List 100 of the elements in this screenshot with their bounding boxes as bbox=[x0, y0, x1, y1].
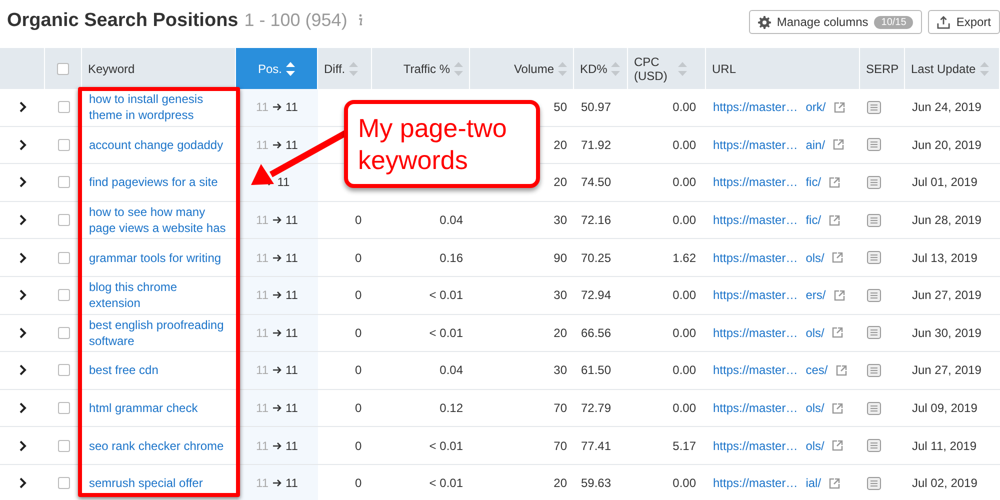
url-link[interactable]: https://master… bbox=[713, 213, 798, 228]
external-link-icon[interactable] bbox=[829, 176, 840, 188]
serp-icon[interactable] bbox=[867, 439, 881, 452]
keyword-link[interactable]: how to install genesis theme in wordpress bbox=[89, 91, 229, 124]
row-checkbox[interactable] bbox=[58, 326, 70, 339]
export-button[interactable]: Export bbox=[928, 10, 1000, 34]
column-header[interactable]: Pos. bbox=[236, 48, 318, 89]
diff-value: 0 bbox=[354, 438, 362, 453]
kd-value: 71.92 bbox=[581, 138, 612, 152]
url-link[interactable]: ols/ bbox=[806, 250, 824, 265]
expand-chevron-icon[interactable] bbox=[18, 176, 26, 188]
row-checkbox[interactable] bbox=[58, 440, 70, 452]
expand-chevron-icon[interactable] bbox=[18, 402, 26, 414]
keyword-link[interactable]: semrush special offer bbox=[89, 475, 203, 492]
expand-chevron-icon[interactable] bbox=[18, 477, 26, 490]
keyword-link[interactable]: best free cdn bbox=[89, 362, 158, 378]
diff-value: 0 bbox=[354, 401, 362, 416]
column-header[interactable]: Volume bbox=[470, 48, 574, 89]
url-link[interactable]: https://master… bbox=[713, 326, 798, 340]
arrow-icon bbox=[272, 366, 282, 374]
serp-icon[interactable] bbox=[867, 476, 881, 490]
keyword-link[interactable]: seo rank checker chrome bbox=[89, 438, 224, 454]
column-header[interactable]: Diff. bbox=[318, 48, 372, 89]
expand-chevron-icon[interactable] bbox=[18, 326, 26, 339]
sort-icon bbox=[558, 62, 567, 76]
url-link[interactable]: ork/ bbox=[806, 100, 826, 114]
arrow-icon bbox=[272, 479, 282, 488]
row-checkbox[interactable] bbox=[58, 101, 70, 114]
external-link-icon[interactable] bbox=[832, 402, 844, 414]
external-link-icon[interactable] bbox=[832, 327, 844, 338]
url-link[interactable]: ain/ bbox=[806, 138, 826, 152]
row-checkbox[interactable] bbox=[58, 252, 70, 264]
serp-icon[interactable] bbox=[867, 214, 881, 227]
row-checkbox[interactable] bbox=[58, 402, 70, 414]
external-link-icon[interactable] bbox=[832, 440, 844, 452]
expand-chevron-icon[interactable] bbox=[18, 101, 26, 114]
traffic-value: < 0.01 bbox=[429, 288, 463, 302]
serp-icon[interactable] bbox=[867, 251, 881, 264]
column-header[interactable]: CPC (USD) bbox=[628, 48, 706, 89]
external-link-icon[interactable] bbox=[836, 364, 847, 376]
external-link-icon[interactable] bbox=[833, 139, 844, 150]
serp-icon[interactable] bbox=[867, 288, 881, 302]
expand-chevron-icon[interactable] bbox=[18, 364, 26, 376]
serp-icon[interactable] bbox=[867, 100, 881, 114]
column-header[interactable]: Last Update bbox=[905, 48, 1000, 89]
external-link-icon[interactable] bbox=[829, 214, 840, 226]
expand-chevron-icon[interactable] bbox=[18, 214, 26, 226]
column-header[interactable]: KD% bbox=[574, 48, 628, 89]
row-checkbox[interactable] bbox=[58, 477, 70, 490]
cpc-value: 0.00 bbox=[672, 363, 696, 378]
external-link-icon[interactable] bbox=[834, 290, 845, 301]
serp-icon[interactable] bbox=[867, 402, 881, 415]
keyword-link[interactable]: blog this chrome extension bbox=[89, 279, 229, 312]
keyword-link[interactable]: grammar tools for writing bbox=[89, 250, 222, 266]
position-change: 11 11 bbox=[256, 438, 298, 453]
serp-icon[interactable] bbox=[867, 176, 881, 189]
external-link-icon[interactable] bbox=[832, 252, 844, 264]
url-link[interactable]: https://master… bbox=[713, 100, 798, 114]
url-link[interactable]: https://master… bbox=[713, 250, 798, 265]
kd-value: 61.50 bbox=[581, 363, 612, 378]
sort-icon bbox=[286, 62, 295, 76]
column-header[interactable]: Traffic % bbox=[372, 48, 470, 89]
serp-icon[interactable] bbox=[867, 138, 881, 152]
url-link[interactable]: ers/ bbox=[806, 288, 826, 302]
keyword-link[interactable]: best english proofreading software bbox=[89, 316, 229, 349]
keyword-link[interactable]: how to see how many page views a website has bbox=[89, 204, 229, 236]
external-link-icon[interactable] bbox=[829, 478, 840, 489]
expand-chevron-icon[interactable] bbox=[18, 252, 26, 264]
url-link[interactable]: https://master… bbox=[713, 138, 798, 152]
row-checkbox[interactable] bbox=[58, 364, 70, 376]
expand-chevron-icon[interactable] bbox=[18, 138, 26, 151]
expand-chevron-icon[interactable] bbox=[18, 289, 26, 302]
row-checkbox[interactable] bbox=[58, 138, 70, 151]
url-link[interactable]: ols/ bbox=[806, 326, 824, 340]
serp-icon[interactable] bbox=[867, 326, 881, 340]
url-link[interactable]: https://master… bbox=[713, 401, 798, 416]
row-checkbox[interactable] bbox=[58, 214, 70, 226]
url-link[interactable]: ols/ bbox=[806, 401, 824, 416]
keyword-link[interactable]: find pageviews for a site bbox=[89, 174, 218, 190]
volume-value: 50 bbox=[554, 100, 567, 114]
url-link[interactable]: https://master… bbox=[713, 288, 798, 302]
url-link[interactable]: https://master… bbox=[713, 476, 798, 490]
url-link[interactable]: ces/ bbox=[806, 363, 828, 378]
row-checkbox[interactable] bbox=[58, 176, 70, 188]
url-link[interactable]: ols/ bbox=[806, 438, 824, 453]
manage-columns-button[interactable]: Manage columns 10/15 bbox=[748, 10, 922, 34]
url-link[interactable]: fic/ bbox=[806, 213, 822, 228]
keyword-link[interactable]: html grammar check bbox=[89, 400, 198, 416]
url-link[interactable]: ial/ bbox=[806, 476, 822, 490]
url-link[interactable]: https://master… bbox=[713, 175, 798, 190]
url-link[interactable]: https://master… bbox=[713, 363, 798, 378]
position-change: 11 11 bbox=[256, 476, 298, 490]
select-all-checkbox[interactable] bbox=[57, 62, 69, 74]
url-link[interactable]: fic/ bbox=[806, 175, 822, 190]
external-link-icon[interactable] bbox=[834, 102, 845, 113]
keyword-link[interactable]: account change godaddy bbox=[89, 136, 224, 153]
row-checkbox[interactable] bbox=[58, 289, 70, 302]
expand-chevron-icon[interactable] bbox=[18, 440, 26, 452]
url-link[interactable]: https://master… bbox=[713, 438, 798, 453]
serp-icon[interactable] bbox=[867, 364, 881, 377]
